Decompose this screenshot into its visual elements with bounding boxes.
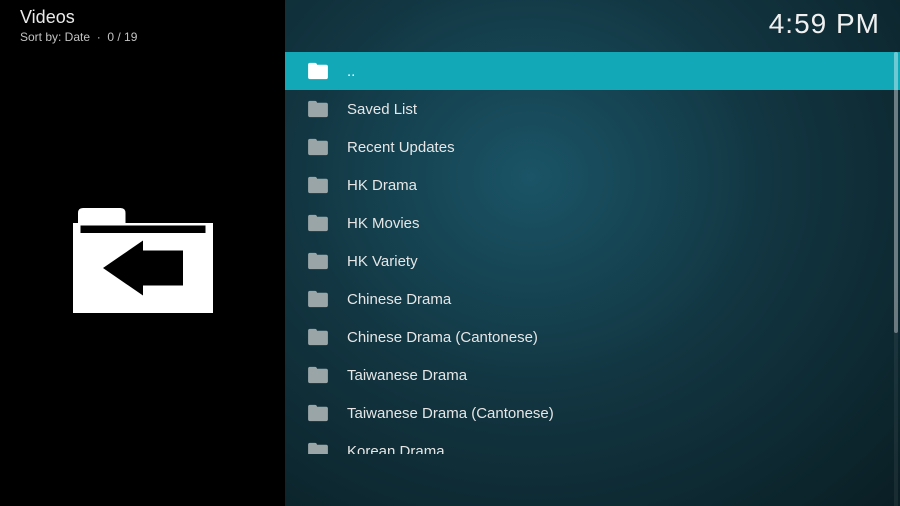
sort-label: Sort by: Date <box>20 30 90 44</box>
sort-separator: · <box>90 30 107 44</box>
header-bar: Videos Sort by: Date · 0 / 19 4:59 PM <box>0 0 900 52</box>
list-item-label: Korean Drama <box>347 443 900 455</box>
folder-list[interactable]: .. Saved List Recent Updates HK Drama HK Mov… <box>285 52 900 454</box>
folder-icon <box>307 328 329 346</box>
folder-icon <box>307 442 329 454</box>
folder-icon <box>307 366 329 384</box>
app-screen: Videos Sort by: Date · 0 / 19 4:59 PM ..… <box>0 0 900 506</box>
page-title: Videos <box>20 8 137 28</box>
list-item[interactable]: Saved List <box>285 90 900 128</box>
folder-icon <box>307 252 329 270</box>
list-item[interactable]: Chinese Drama (Cantonese) <box>285 318 900 356</box>
list-item-label: HK Variety <box>347 253 900 270</box>
list-item-label: Taiwanese Drama <box>347 367 900 384</box>
list-item[interactable]: HK Movies <box>285 204 900 242</box>
folder-icon <box>307 214 329 232</box>
folder-icon <box>307 138 329 156</box>
scrollbar-thumb[interactable] <box>894 52 898 333</box>
list-item-label: Recent Updates <box>347 139 900 156</box>
folder-back-small-icon <box>307 62 329 80</box>
list-item-label: HK Movies <box>347 215 900 232</box>
folder-icon <box>307 100 329 118</box>
clock: 4:59 PM <box>769 8 880 52</box>
list-item-label: .. <box>347 63 900 80</box>
header-left: Videos Sort by: Date · 0 / 19 <box>20 8 137 52</box>
list-item[interactable]: Chinese Drama <box>285 280 900 318</box>
scrollbar[interactable] <box>894 52 898 506</box>
list-item-label: Taiwanese Drama (Cantonese) <box>347 405 900 422</box>
list-pane: .. Saved List Recent Updates HK Drama HK Mov… <box>285 0 900 506</box>
list-item[interactable]: .. <box>285 52 900 90</box>
folder-icon <box>307 290 329 308</box>
list-item[interactable]: HK Drama <box>285 166 900 204</box>
preview-pane <box>0 0 285 506</box>
list-item-label: HK Drama <box>347 177 900 194</box>
list-item-label: Chinese Drama <box>347 291 900 308</box>
folder-icon <box>307 176 329 194</box>
list-item[interactable]: HK Variety <box>285 242 900 280</box>
list-item[interactable]: Taiwanese Drama <box>285 356 900 394</box>
position-counter: 0 / 19 <box>107 30 137 44</box>
list-item[interactable]: Taiwanese Drama (Cantonese) <box>285 394 900 432</box>
sort-line: Sort by: Date · 0 / 19 <box>20 30 137 44</box>
folder-back-icon <box>68 198 218 328</box>
list-item-label: Chinese Drama (Cantonese) <box>347 329 900 346</box>
list-item-label: Saved List <box>347 101 900 118</box>
list-item[interactable]: Recent Updates <box>285 128 900 166</box>
list-item[interactable]: Korean Drama <box>285 432 900 454</box>
folder-icon <box>307 404 329 422</box>
